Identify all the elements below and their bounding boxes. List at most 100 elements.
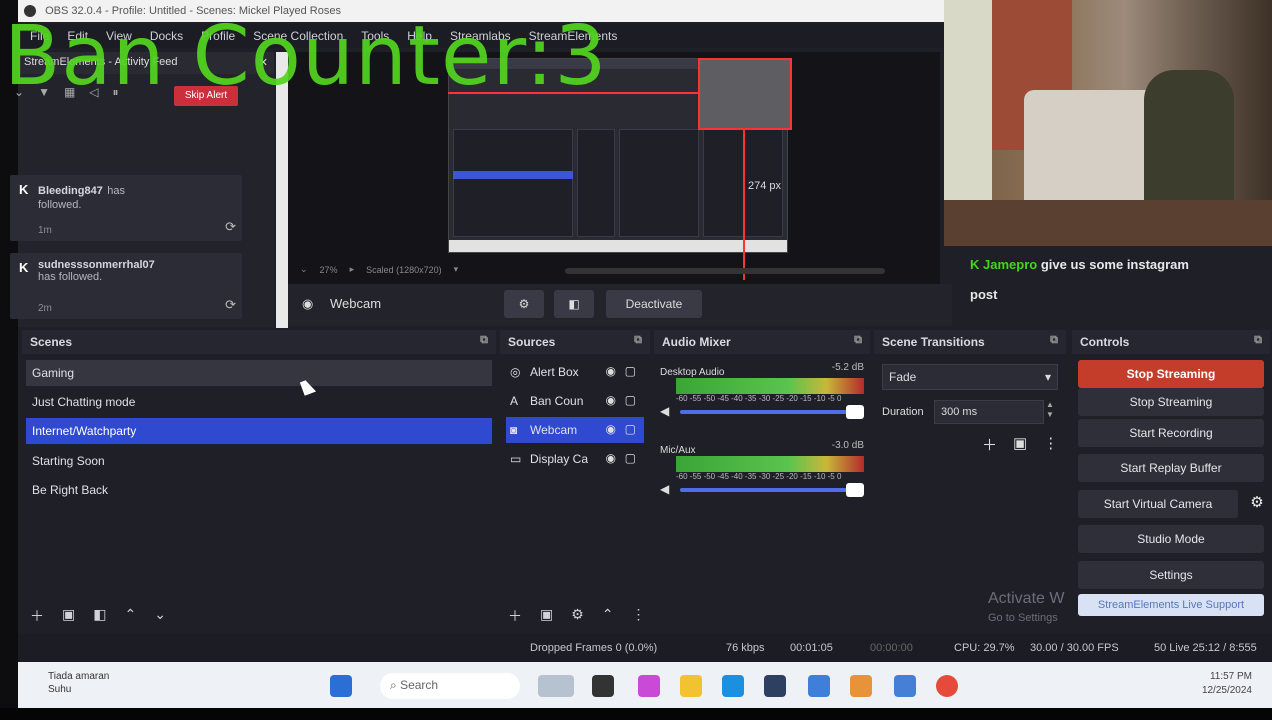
move-up-icon[interactable]: ⌃ [124, 606, 136, 626]
zoom-mode[interactable]: Scaled (1280x720) [366, 265, 442, 275]
add-scene-icon[interactable]: ＋ [30, 606, 44, 626]
system-tray[interactable]: 11:57 PM 12/25/2024 [1202, 670, 1252, 698]
app-icon[interactable] [850, 675, 872, 697]
recording-time: 00:00:00 [870, 642, 913, 654]
edge-icon[interactable] [722, 675, 744, 697]
start-recording-button[interactable]: Start Recording [1078, 419, 1264, 447]
live-indicator: 50 Live 25:12 / 8:555 [1154, 642, 1257, 654]
properties-button[interactable]: ⚙ [504, 290, 544, 318]
source-properties-icon[interactable]: ⚙ [571, 606, 584, 626]
undock-icon[interactable]: ⧉ [634, 334, 642, 347]
replay-icon[interactable]: ⟳ [225, 297, 236, 313]
app-icon[interactable] [638, 675, 660, 697]
store-icon[interactable] [764, 675, 786, 697]
app-icon[interactable] [808, 675, 830, 697]
start-virtual-camera-button[interactable]: Start Virtual Camera [1078, 490, 1238, 518]
add-source-icon[interactable]: ＋ [508, 606, 522, 626]
caret-icon[interactable]: ▸ [350, 264, 355, 275]
scene-item-just-chatting[interactable]: Just Chatting mode [26, 389, 492, 415]
scenes-footer: ＋ ▣ ◧ ⌃ ⌄ [30, 606, 166, 626]
settings-button[interactable]: Settings [1078, 561, 1264, 589]
stop-streaming-button[interactable]: Stop Streaming [1078, 360, 1264, 388]
source-item-alert-box[interactable]: ◎ Alert Box ◉ ▢ [506, 359, 644, 385]
sources-dock: Sources ⧉ ◎ Alert Box ◉ ▢ A Ban Coun ◉ ▢ ◙ We… [500, 330, 650, 630]
clock-date: 12/25/2024 [1201, 685, 1252, 696]
source-item-ban-counter[interactable]: A Ban Coun ◉ ▢ [506, 388, 644, 414]
kick-icon: K [19, 260, 29, 275]
remove-transition-icon[interactable]: ▣ [1013, 434, 1027, 455]
globe-icon: ◎ [510, 365, 521, 379]
volume-slider[interactable] [680, 410, 854, 414]
remove-scene-icon[interactable]: ▣ [62, 606, 75, 626]
lock-icon[interactable]: ▢ [625, 364, 636, 378]
volume-meter [676, 378, 864, 394]
undock-icon[interactable]: ⧉ [1254, 334, 1262, 347]
clock-time: 11:57 PM [1209, 671, 1252, 682]
filters-button[interactable]: ◧ [554, 290, 594, 318]
sources-title: Sources ⧉ [500, 330, 650, 354]
file-explorer-icon[interactable] [680, 675, 702, 697]
monitor-icon: ▭ [510, 452, 522, 466]
app-icon[interactable] [894, 675, 916, 697]
preview-scrollbar[interactable] [565, 268, 885, 274]
speaker-icon[interactable]: ◀ [660, 482, 669, 496]
duration-input[interactable]: 300 ms [934, 400, 1044, 424]
live-support-button[interactable]: StreamElements Live Support [1078, 594, 1264, 616]
duration-spinner[interactable]: ▲ ▼ [1046, 400, 1054, 420]
source-item-display-capture[interactable]: ▭ Display Ca ◉ ▢ [506, 446, 644, 472]
start-icon[interactable] [330, 675, 352, 697]
volume-slider-handle[interactable] [846, 405, 864, 419]
scene-item-be-right-back[interactable]: Be Right Back [26, 477, 492, 503]
undock-icon[interactable]: ⧉ [480, 334, 488, 347]
lock-icon[interactable]: ▢ [625, 393, 636, 407]
scene-transitions-title: Scene Transitions ⧉ [874, 330, 1066, 354]
deactivate-button[interactable]: Deactivate [606, 290, 702, 318]
more-icon[interactable]: ⋮ [1043, 434, 1058, 455]
scene-item-watchparty[interactable]: Internet/Watchparty [26, 418, 492, 444]
lock-icon[interactable]: ▢ [625, 422, 636, 436]
more-icon[interactable]: ⋮ [632, 606, 646, 626]
visibility-icon[interactable]: ◉ [606, 393, 616, 407]
stop-streaming-secondary-button[interactable]: Stop Streaming [1078, 388, 1264, 416]
activity-time: 1m [38, 225, 52, 236]
visibility-icon[interactable]: ◉ [606, 422, 616, 436]
widgets-icon[interactable] [538, 675, 574, 697]
speaker-icon[interactable]: ◀ [660, 404, 669, 418]
add-transition-icon[interactable]: ＋ [982, 434, 997, 455]
studio-mode-button[interactable]: Studio Mode [1078, 525, 1264, 553]
zoom-out-icon[interactable]: ⌄ [300, 264, 308, 275]
taskbar-search[interactable]: ⌕ Search [380, 673, 520, 699]
dropdown-icon[interactable]: ▾ [454, 264, 459, 275]
audio-mixer-title: Audio Mixer ⧉ [654, 330, 870, 354]
remove-source-icon[interactable]: ▣ [540, 606, 553, 626]
source-label: Ban Coun [530, 394, 584, 408]
replay-icon[interactable]: ⟳ [225, 219, 236, 235]
visibility-icon[interactable]: ◉ [606, 451, 616, 465]
undock-icon[interactable]: ⧉ [854, 334, 862, 347]
source-toolbar: ◉ Webcam ⚙ ◧ Deactivate [288, 284, 952, 326]
visibility-icon[interactable]: ◉ [606, 364, 616, 378]
scene-item-gaming[interactable]: Gaming [26, 360, 492, 386]
weather-widget[interactable]: Tiada amaran Suhu [48, 670, 109, 696]
lock-icon[interactable]: ▢ [625, 451, 636, 465]
webcam-selection-box[interactable] [698, 58, 792, 130]
undock-icon[interactable]: ⧉ [1050, 334, 1058, 347]
source-label: Alert Box [530, 365, 579, 379]
source-item-webcam[interactable]: ◙ Webcam ◉ ▢ [506, 417, 644, 443]
move-up-icon[interactable]: ⌃ [602, 606, 614, 626]
chrome-icon[interactable] [936, 675, 958, 697]
selected-source-name: Webcam [330, 296, 382, 311]
scene-item-starting-soon[interactable]: Starting Soon [26, 448, 492, 474]
task-view-icon[interactable] [592, 675, 614, 697]
activity-item: K Bleeding847 has followed. 1m ⟳ [10, 175, 242, 241]
scene-filters-icon[interactable]: ◧ [93, 606, 106, 626]
zoom-value[interactable]: 27% [320, 265, 338, 275]
volume-slider[interactable] [680, 488, 854, 492]
fps: 30.00 / 30.00 FPS [1030, 642, 1119, 654]
move-down-icon[interactable]: ⌄ [154, 606, 166, 626]
volume-slider-handle[interactable] [846, 483, 864, 497]
transition-select[interactable]: Fade ▾ [882, 364, 1058, 390]
start-replay-buffer-button[interactable]: Start Replay Buffer [1078, 454, 1264, 482]
virtual-camera-settings-icon[interactable]: ⚙ [1244, 490, 1270, 516]
activity-item: K sudnesssonmerrhal07 has followed. 2m ⟳ [10, 253, 242, 319]
